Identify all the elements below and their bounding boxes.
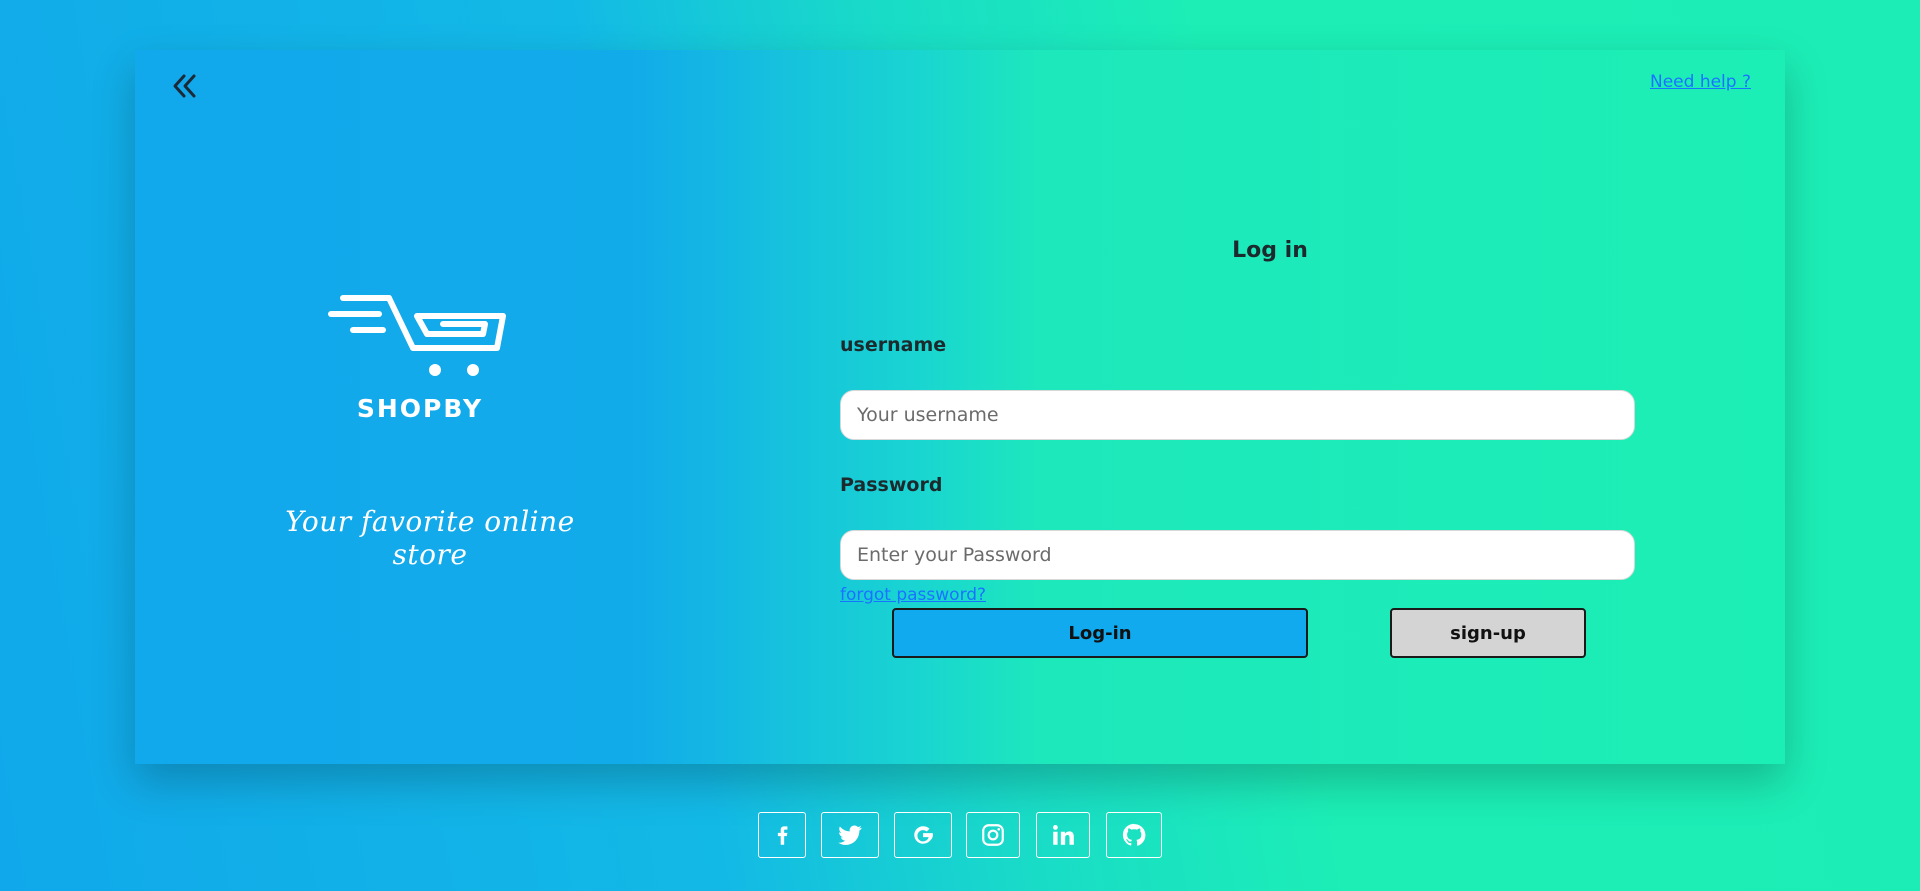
facebook-button[interactable] [758,812,806,858]
double-chevron-left-icon [173,74,196,98]
brand-name: SHOPBY [356,394,484,423]
facebook-icon [777,826,788,845]
password-input[interactable] [840,530,1635,580]
brand-tagline: Your favorite online store [285,505,575,571]
need-help-link[interactable]: Need help ? [1650,72,1751,92]
forgot-password-link[interactable]: forgot password? [840,585,986,605]
username-label: username [840,334,947,356]
google-icon [914,826,933,844]
github-icon [1122,823,1146,846]
instagram-icon [982,824,1004,846]
twitter-icon [838,825,862,845]
linkedin-icon [1053,825,1074,845]
login-button[interactable]: Log-in [892,608,1308,658]
brand-logo: SHOPBY [270,290,570,423]
form-title: Log in [1232,238,1308,263]
username-input[interactable] [840,390,1635,440]
github-button[interactable] [1106,812,1162,858]
twitter-button[interactable] [821,812,879,858]
shopping-cart-icon [328,295,506,376]
back-button[interactable] [167,68,203,104]
google-button[interactable] [894,812,952,858]
signup-button[interactable]: sign-up [1390,608,1586,658]
instagram-button[interactable] [966,812,1020,858]
linkedin-button[interactable] [1036,812,1090,858]
password-label: Password [840,474,943,496]
